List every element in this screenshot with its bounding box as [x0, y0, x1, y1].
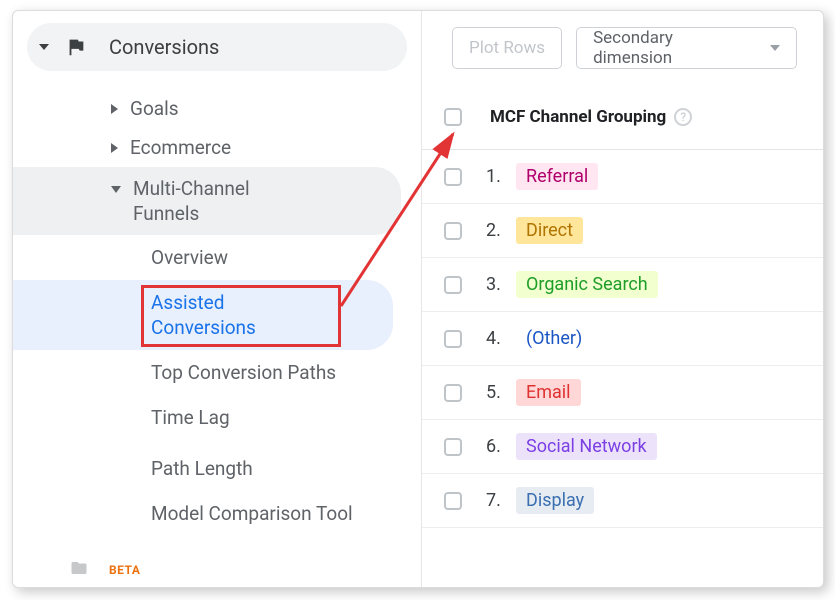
table-header: MCF Channel Grouping ? — [422, 91, 823, 150]
sidebar-item-label: Ecommerce — [130, 135, 231, 160]
sidebar-item-label: Assisted Conversions — [151, 290, 321, 340]
sidebar-bottom-cutoff: BETA — [67, 559, 140, 581]
sidebar-section-label: Conversions — [109, 35, 219, 59]
sidebar-item-goals[interactable]: Goals — [111, 89, 401, 128]
sidebar-item-path-length[interactable]: Path Length — [151, 440, 393, 491]
button-label: Secondary dimension — [593, 28, 750, 68]
sidebar-item-ecommerce[interactable]: Ecommerce — [111, 128, 401, 167]
triangle-right-icon — [111, 104, 118, 114]
triangle-down-icon — [111, 186, 121, 193]
table-body: 1.Referral2.Direct3.Organic Search4.(Oth… — [422, 150, 823, 528]
chevron-down-icon — [39, 44, 49, 50]
sidebar-item-overview[interactable]: Overview — [151, 235, 393, 280]
button-label: Plot Rows — [469, 38, 545, 58]
sidebar-item-label: Goals — [130, 96, 179, 121]
channel-pill: Social Network — [516, 433, 657, 460]
pointer-caret — [733, 10, 753, 20]
layout: Conversions Goals Ecommerce Multi-Channe… — [13, 11, 823, 587]
row-number: 5. — [486, 382, 516, 403]
help-icon[interactable]: ? — [674, 108, 692, 126]
window-frame: Conversions Goals Ecommerce Multi-Channe… — [12, 10, 824, 588]
row-checkbox[interactable] — [444, 438, 462, 456]
channel-pill: Direct — [516, 217, 583, 244]
table-row[interactable]: 1.Referral — [422, 150, 823, 204]
channel-pill: Referral — [516, 163, 598, 190]
table-row[interactable]: 6.Social Network — [422, 420, 823, 474]
toolbar: Plot Rows Secondary dimension — [422, 11, 823, 91]
sidebar-item-top-conversion-paths[interactable]: Top Conversion Paths — [151, 350, 371, 395]
sidebar-tree: Goals Ecommerce Multi-Channel Funnels — [13, 89, 421, 235]
table-row[interactable]: 4.(Other) — [422, 312, 823, 366]
channel-pill: Display — [516, 487, 594, 514]
sidebar-item-label: Multi-Channel Funnels — [133, 176, 313, 226]
sidebar-section-conversions[interactable]: Conversions — [27, 23, 407, 71]
folder-icon — [67, 559, 91, 581]
table-row[interactable]: 2.Direct — [422, 204, 823, 258]
select-all-checkbox[interactable] — [444, 108, 462, 126]
row-checkbox[interactable] — [444, 168, 462, 186]
channel-pill: Organic Search — [516, 271, 658, 298]
row-number: 6. — [486, 436, 516, 457]
table-row[interactable]: 5.Email — [422, 366, 823, 420]
beta-badge: BETA — [109, 563, 140, 577]
chevron-down-icon — [770, 45, 780, 51]
sidebar-subtree: Overview Assisted Conversions Top Conver… — [13, 235, 421, 536]
sidebar-item-model-comparison-tool[interactable]: Model Comparison Tool — [151, 491, 371, 536]
row-number: 2. — [486, 220, 516, 241]
triangle-right-icon — [111, 143, 118, 153]
plot-rows-button[interactable]: Plot Rows — [452, 27, 562, 69]
sidebar-item-multi-channel-funnels[interactable]: Multi-Channel Funnels — [13, 167, 401, 235]
table-row[interactable]: 7.Display — [422, 474, 823, 528]
flag-icon — [65, 36, 87, 58]
row-checkbox[interactable] — [444, 276, 462, 294]
row-checkbox[interactable] — [444, 384, 462, 402]
column-header-channel: MCF Channel Grouping — [490, 107, 666, 127]
row-checkbox[interactable] — [444, 330, 462, 348]
sidebar: Conversions Goals Ecommerce Multi-Channe… — [13, 11, 421, 587]
row-number: 3. — [486, 274, 516, 295]
table-row[interactable]: 3.Organic Search — [422, 258, 823, 312]
row-number: 7. — [486, 490, 516, 511]
sidebar-item-time-lag[interactable]: Time Lag — [151, 395, 393, 440]
sidebar-item-assisted-conversions[interactable]: Assisted Conversions — [13, 280, 393, 350]
row-checkbox[interactable] — [444, 492, 462, 510]
row-number: 4. — [486, 328, 516, 349]
report-panel: Plot Rows Secondary dimension MCF Channe… — [421, 11, 823, 587]
secondary-dimension-dropdown[interactable]: Secondary dimension — [576, 27, 797, 69]
channel-pill: Email — [516, 379, 581, 406]
channel-pill: (Other) — [516, 325, 592, 352]
row-number: 1. — [486, 166, 516, 187]
row-checkbox[interactable] — [444, 222, 462, 240]
